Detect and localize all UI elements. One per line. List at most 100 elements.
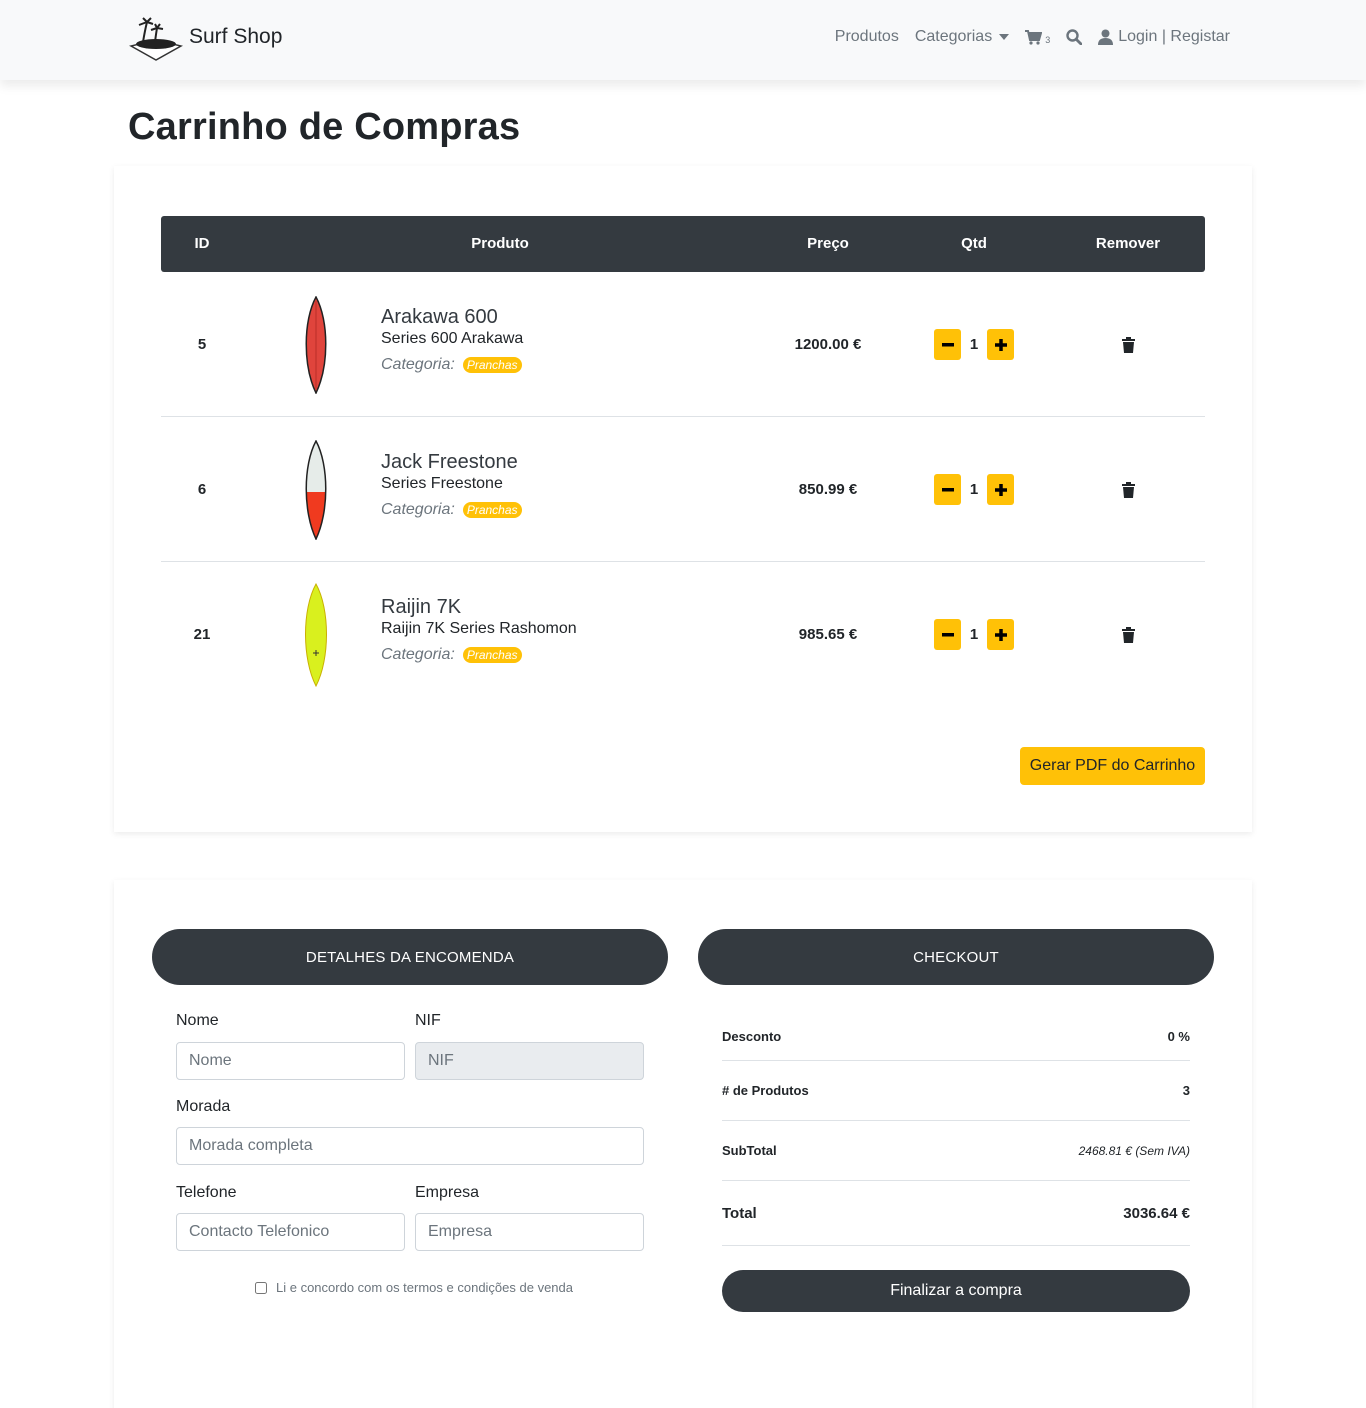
discount-row: Desconto 0 % [722,1012,1190,1061]
product-category: Categoria: Pranchas [381,646,522,664]
minus-icon [941,342,954,346]
col-qty: Qtd [961,235,987,252]
cart-count-badge: 3 [1045,35,1051,45]
cart-icon [1025,29,1043,45]
plus-icon [994,338,1007,351]
order-details-header: DETALHES DA ENCOMENDA [152,929,668,985]
plus-icon [994,628,1007,641]
quantity-stepper: 1 [921,417,1027,562]
quantity-value: 1 [969,336,979,353]
col-product: Produto [471,235,529,252]
product-info: Arakawa 600 Series 600 Arakawa Categoria… [381,272,741,417]
product-count-value: 3 [1182,1083,1190,1098]
nav-links: Produtos Categorias 3 Login | Registar [835,28,1230,46]
nav-categories-label: Categorias [914,28,993,45]
cart-card: ID Produto Preço Qtd Remover 5 Arakawa 6… [114,166,1252,832]
increase-qty-button[interactable] [987,619,1014,650]
name-label: Nome [176,1012,219,1029]
product-series: Raijin 7K Series Rashomon [381,620,577,637]
category-badge[interactable]: Pranchas [462,502,522,518]
decrease-qty-button[interactable] [934,619,961,650]
product-name[interactable]: Jack Freestone [381,451,518,474]
product-name[interactable]: Arakawa 600 [381,306,498,329]
surfboard-image[interactable] [281,272,351,417]
surfboard-image[interactable] [281,417,351,562]
nav-categories-dropdown[interactable]: Categorias [914,28,1010,46]
category-label: Categoria: [381,646,455,663]
nif-label: NIF [415,1012,441,1029]
address-label: Morada [176,1098,231,1115]
surfboard-image[interactable] [281,562,351,707]
trash-icon [1121,481,1135,498]
product-info: Raijin 7K Raijin 7K Series Rashomon Cate… [381,562,741,707]
table-row: 5 Arakawa 600 Series 600 Arakawa Categor… [161,272,1205,417]
category-label: Categoria: [381,501,455,518]
address-field[interactable] [176,1127,644,1165]
surfboard-icon [305,439,327,540]
checkout-header: CHECKOUT [698,929,1214,985]
terms-label[interactable]: Li e concordo com os termos e condições … [276,1280,573,1295]
navbar: Surf Shop Produtos Categorias 3 Login | … [0,0,1366,80]
remove-item-button[interactable] [1081,272,1175,417]
decrease-qty-button[interactable] [934,329,961,360]
generate-pdf-button[interactable]: Gerar PDF do Carrinho [1020,747,1205,785]
quantity-value: 1 [969,626,979,643]
remove-item-button[interactable] [1081,562,1175,707]
terms-agreement: Li e concordo com os termos e condições … [255,1280,573,1295]
minus-icon [941,487,954,491]
decrease-qty-button[interactable] [934,474,961,505]
cart-table-header: ID Produto Preço Qtd Remover [161,216,1205,272]
nav-login-label: Login | Registar [1118,28,1230,45]
phone-field[interactable] [176,1213,405,1251]
page-title: Carrinho de Compras [128,106,521,148]
item-id: 6 [197,481,207,498]
minus-icon [941,632,954,636]
search-icon [1066,29,1083,45]
caret-down-icon [999,34,1010,40]
category-badge[interactable]: Pranchas [462,357,522,373]
product-count-row: # de Produtos 3 [722,1061,1190,1121]
item-price: 985.65 € [798,626,858,643]
trash-icon [1121,626,1135,643]
user-icon [1098,29,1114,45]
subtotal-value: 2468.81 € (Sem IVA) [1078,1143,1190,1158]
product-info: Jack Freestone Series Freestone Categori… [381,417,741,562]
item-id: 5 [197,336,207,353]
item-id: 21 [193,626,211,643]
col-remove: Remover [1095,235,1161,252]
phone-label: Telefone [176,1184,237,1201]
quantity-value: 1 [969,481,979,498]
nav-cart[interactable]: 3 [1025,29,1050,45]
col-id: ID [194,235,210,252]
total-label: Total [722,1204,757,1222]
nav-search[interactable] [1066,29,1083,45]
category-badge[interactable]: Pranchas [462,647,522,663]
trash-icon [1121,336,1135,353]
brand-name: Surf Shop [189,25,283,48]
product-series: Series 600 Arakawa [381,330,524,347]
product-name[interactable]: Raijin 7K [381,596,461,619]
item-price: 1200.00 € [794,336,862,353]
nav-login[interactable]: Login | Registar [1098,28,1230,46]
col-price: Preço [807,235,849,252]
quantity-stepper: 1 [921,272,1027,417]
surfboard-icon [305,295,327,394]
nav-products[interactable]: Produtos [835,28,899,46]
product-category: Categoria: Pranchas [381,501,522,519]
company-label: Empresa [415,1184,480,1201]
discount-value: 0 % [1167,1028,1190,1044]
category-label: Categoria: [381,356,455,373]
remove-item-button[interactable] [1081,417,1175,562]
total-value: 3036.64 € [1123,1204,1190,1222]
increase-qty-button[interactable] [987,474,1014,505]
finish-purchase-button[interactable]: Finalizar a compra [722,1270,1190,1312]
brand[interactable]: Surf Shop [129,16,282,64]
total-row: Total 3036.64 € [722,1181,1190,1246]
subtotal-label: SubTotal [722,1143,777,1158]
table-row: 6 Jack Freestone Series Freestone Catego… [161,417,1205,562]
nif-field [415,1042,644,1080]
increase-qty-button[interactable] [987,329,1014,360]
name-field[interactable] [176,1042,405,1080]
company-field[interactable] [415,1213,644,1251]
terms-checkbox[interactable] [255,1281,267,1294]
